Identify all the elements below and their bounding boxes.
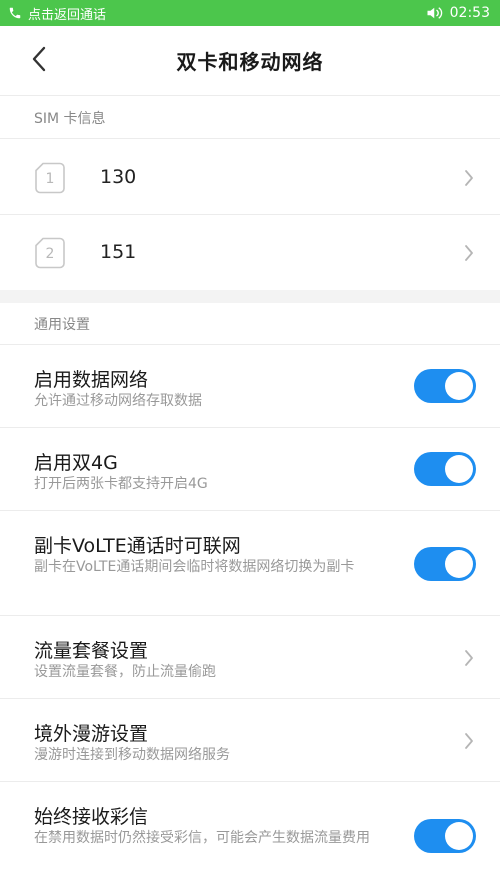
setting-title: 启用数据网络 [34,369,149,391]
title-bar: 双卡和移动网络 [0,26,500,96]
toggle-switch[interactable] [414,547,476,581]
toggle-knob [445,455,473,483]
return-to-call[interactable]: 点击返回通话 [8,4,106,23]
toggle-switch[interactable] [414,452,476,486]
toggle-knob [445,550,473,578]
chevron-right-icon [462,168,476,188]
setting-title: 始终接收彩信 [34,806,149,828]
setting-description: 副卡在VoLTE通话期间会临时将数据网络切换为副卡 [34,559,355,575]
setting-roaming[interactable]: 境外漫游设置 漫游时连接到移动数据网络服务 [0,699,500,782]
chevron-left-icon [31,46,47,76]
chevron-right-icon [462,243,476,263]
setting-description: 打开后两张卡都支持开启4G [34,476,208,492]
setting-data-plan[interactable]: 流量套餐设置 设置流量套餐，防止流量偷跑 [0,616,500,699]
sim-number: 151 [100,241,137,263]
toggle-switch[interactable] [414,819,476,853]
chevron-right-icon [462,648,476,668]
sim-card-icon: 1 [34,162,66,194]
setting-title: 境外漫游设置 [34,723,149,745]
sim-card-row-2[interactable]: 2 151 [0,215,500,290]
sim-slot-number: 2 [45,246,55,262]
section-header-general: 通用设置 [0,303,500,345]
setting-description: 漫游时连接到移动数据网络服务 [34,747,230,763]
setting-title: 启用双4G [34,452,118,474]
back-button[interactable] [24,46,54,76]
toggle-switch[interactable] [414,369,476,403]
setting-secondary-volte-data[interactable]: 副卡VoLTE通话时可联网 副卡在VoLTE通话期间会临时将数据网络切换为副卡 [0,511,500,616]
speaker-icon [426,6,444,20]
toggle-knob [445,372,473,400]
return-call-label: 点击返回通话 [28,7,107,23]
sim-card-icon: 2 [34,237,66,269]
sim-slot-number: 1 [45,171,55,187]
phone-icon [8,6,22,20]
section-gap [0,290,500,303]
page-title: 双卡和移动网络 [176,50,324,74]
setting-enable-dual-4g[interactable]: 启用双4G 打开后两张卡都支持开启4G [0,428,500,511]
status-time: 02:53 [449,5,490,21]
setting-description: 在禁用数据时仍然接受彩信，可能会产生数据流量费用 [34,830,370,846]
setting-description: 设置流量套餐，防止流量偷跑 [34,664,216,680]
chevron-right-icon [462,731,476,751]
toggle-knob [445,822,473,850]
setting-title: 流量套餐设置 [34,640,149,662]
setting-enable-data-network[interactable]: 启用数据网络 允许通过移动网络存取数据 [0,345,500,428]
setting-always-receive-mms[interactable]: 始终接收彩信 在禁用数据时仍然接受彩信，可能会产生数据流量费用 [0,782,500,888]
section-header-sim: SIM 卡信息 [0,97,500,139]
status-bar[interactable]: 点击返回通话 02:53 [0,0,500,26]
sim-number: 130 [100,166,137,188]
setting-description: 允许通过移动网络存取数据 [34,393,202,409]
setting-title: 副卡VoLTE通话时可联网 [34,535,241,557]
sim-card-row-1[interactable]: 1 130 [0,140,500,215]
